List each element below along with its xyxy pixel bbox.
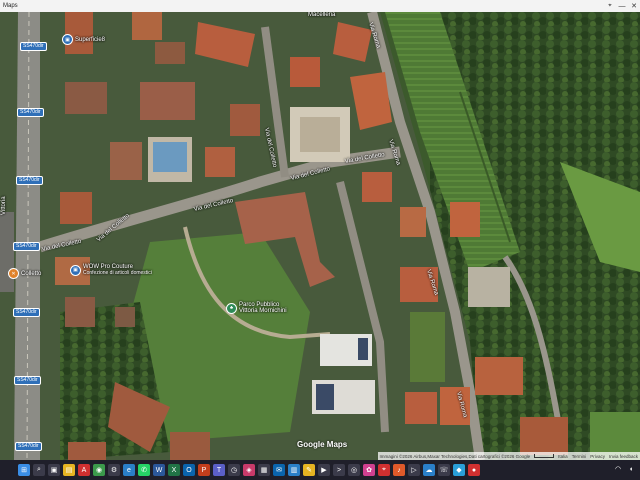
route-badge: SS470dir [13, 308, 40, 317]
whatsapp-icon[interactable]: ✆ [138, 464, 150, 476]
video-icon[interactable]: ▷ [408, 464, 420, 476]
park-icon: ♣ [226, 302, 237, 314]
calendar-icon[interactable]: ▥ [288, 464, 300, 476]
powerpoint-icon[interactable]: P [198, 464, 210, 476]
map-view[interactable]: Via del Colletto Via del Colletto Via de… [0, 12, 640, 460]
media-icon[interactable]: ▶ [318, 464, 330, 476]
taskbar: ⊞ ⌕ ▣ ▤ A ◉ ⚙ e ✆ W X O P T ◷ ◈ ▦ ✉ ▥ ✎ ▶ > ◎ ✿ ⌖ ♪ ▷ ☁ ☏ ◆ ● ◠ ◖ [0, 460, 640, 480]
minimize-button[interactable]: — [616, 0, 628, 12]
shopping-icon: ▣ [62, 34, 73, 45]
route-badge: SS470dir [14, 376, 41, 385]
clock-icon[interactable]: ◷ [228, 464, 240, 476]
top-place-label: Macelleria [308, 12, 336, 18]
task-view-icon[interactable]: ▣ [48, 464, 60, 476]
camera-icon[interactable]: ◎ [348, 464, 360, 476]
outlook-icon[interactable]: O [183, 464, 195, 476]
edge-icon[interactable]: e [123, 464, 135, 476]
teams-icon[interactable]: T [213, 464, 225, 476]
taskbar-icons: ⊞ ⌕ ▣ ▤ A ◉ ⚙ e ✆ W X O P T ◷ ◈ ▦ ✉ ▥ ✎ ▶ > ◎ ✿ ⌖ ♪ ▷ ☁ ☏ ◆ ● [18, 464, 480, 476]
paint-icon[interactable]: ✿ [363, 464, 375, 476]
file-explorer-icon[interactable]: ▤ [63, 464, 75, 476]
system-tray: ◠ ◖ [613, 464, 636, 474]
attribution-bar: Immagini ©2026 Airbus,Maxar Technologies… [377, 452, 640, 460]
attribution-text: Immagini ©2026 Airbus,Maxar Technologies… [379, 453, 531, 459]
route-badge: SS470dir [20, 42, 47, 51]
poi-superficie8[interactable]: ▣ Superficie8 [62, 34, 105, 45]
location-icon[interactable]: ⌖ [604, 0, 616, 12]
app-icon[interactable]: ◆ [453, 464, 465, 476]
link-feedback[interactable]: Invia feedback [609, 454, 638, 459]
photos-icon[interactable]: ◈ [243, 464, 255, 476]
word-icon[interactable]: W [153, 464, 165, 476]
route-badge: SS470dir [17, 108, 44, 117]
settings-icon[interactable]: ⚙ [108, 464, 120, 476]
poi-parco-pubblico[interactable]: ♣ Parco Pubblico Vittoria Mornichini [226, 302, 299, 314]
maps-icon[interactable]: ⌖ [378, 464, 390, 476]
restaurant-icon: ✕ [8, 268, 19, 279]
app2-icon[interactable]: ● [468, 464, 480, 476]
poi-colletto[interactable]: ✕ Colletto [8, 268, 41, 279]
app-title: Maps [3, 3, 18, 9]
poi-label: Colletto [21, 270, 42, 277]
terminal-icon[interactable]: > [333, 464, 345, 476]
wifi-icon[interactable]: ◠ [613, 464, 623, 474]
notes-icon[interactable]: ✎ [303, 464, 315, 476]
link-privacy[interactable]: Privacy [590, 454, 605, 459]
poi-label: Superficie8 [75, 36, 106, 43]
mail-icon[interactable]: ✉ [273, 464, 285, 476]
shopping-icon: ▣ [70, 264, 81, 276]
close-button[interactable]: ✕ [628, 0, 640, 12]
excel-icon[interactable]: X [168, 464, 180, 476]
search-icon[interactable]: ⌕ [33, 464, 45, 476]
route-badge: SS470dir [15, 442, 42, 451]
route-badge: SS470dir [13, 242, 40, 251]
cloud-icon[interactable]: ☁ [423, 464, 435, 476]
chrome-icon[interactable]: ◉ [93, 464, 105, 476]
poi-label: Parco Pubblico Vittoria Mornichini [239, 302, 287, 314]
pdf-icon[interactable]: A [78, 464, 90, 476]
phone-icon[interactable]: ☏ [438, 464, 450, 476]
scale-bar [534, 454, 555, 458]
link-italia[interactable]: Italia [558, 454, 568, 459]
left-place-label: Vittoria [1, 196, 7, 215]
poi-sublabel: Confezione di articoli domestici [83, 270, 152, 276]
google-maps-logo: Google Maps [297, 440, 348, 449]
window-controls: ⌖ — ✕ [604, 0, 640, 12]
link-termini[interactable]: Termini [572, 454, 587, 459]
store-icon[interactable]: ▦ [258, 464, 270, 476]
poi-wow-pro-couture[interactable]: ▣ WOW Pro Couture Confezione di articoli… [70, 264, 152, 276]
route-badge: SS470dir [16, 176, 43, 185]
music-icon[interactable]: ♪ [393, 464, 405, 476]
satellite-imagery [0, 12, 640, 460]
windows-start-icon[interactable]: ⊞ [18, 464, 30, 476]
volume-icon[interactable]: ◖ [626, 464, 636, 474]
